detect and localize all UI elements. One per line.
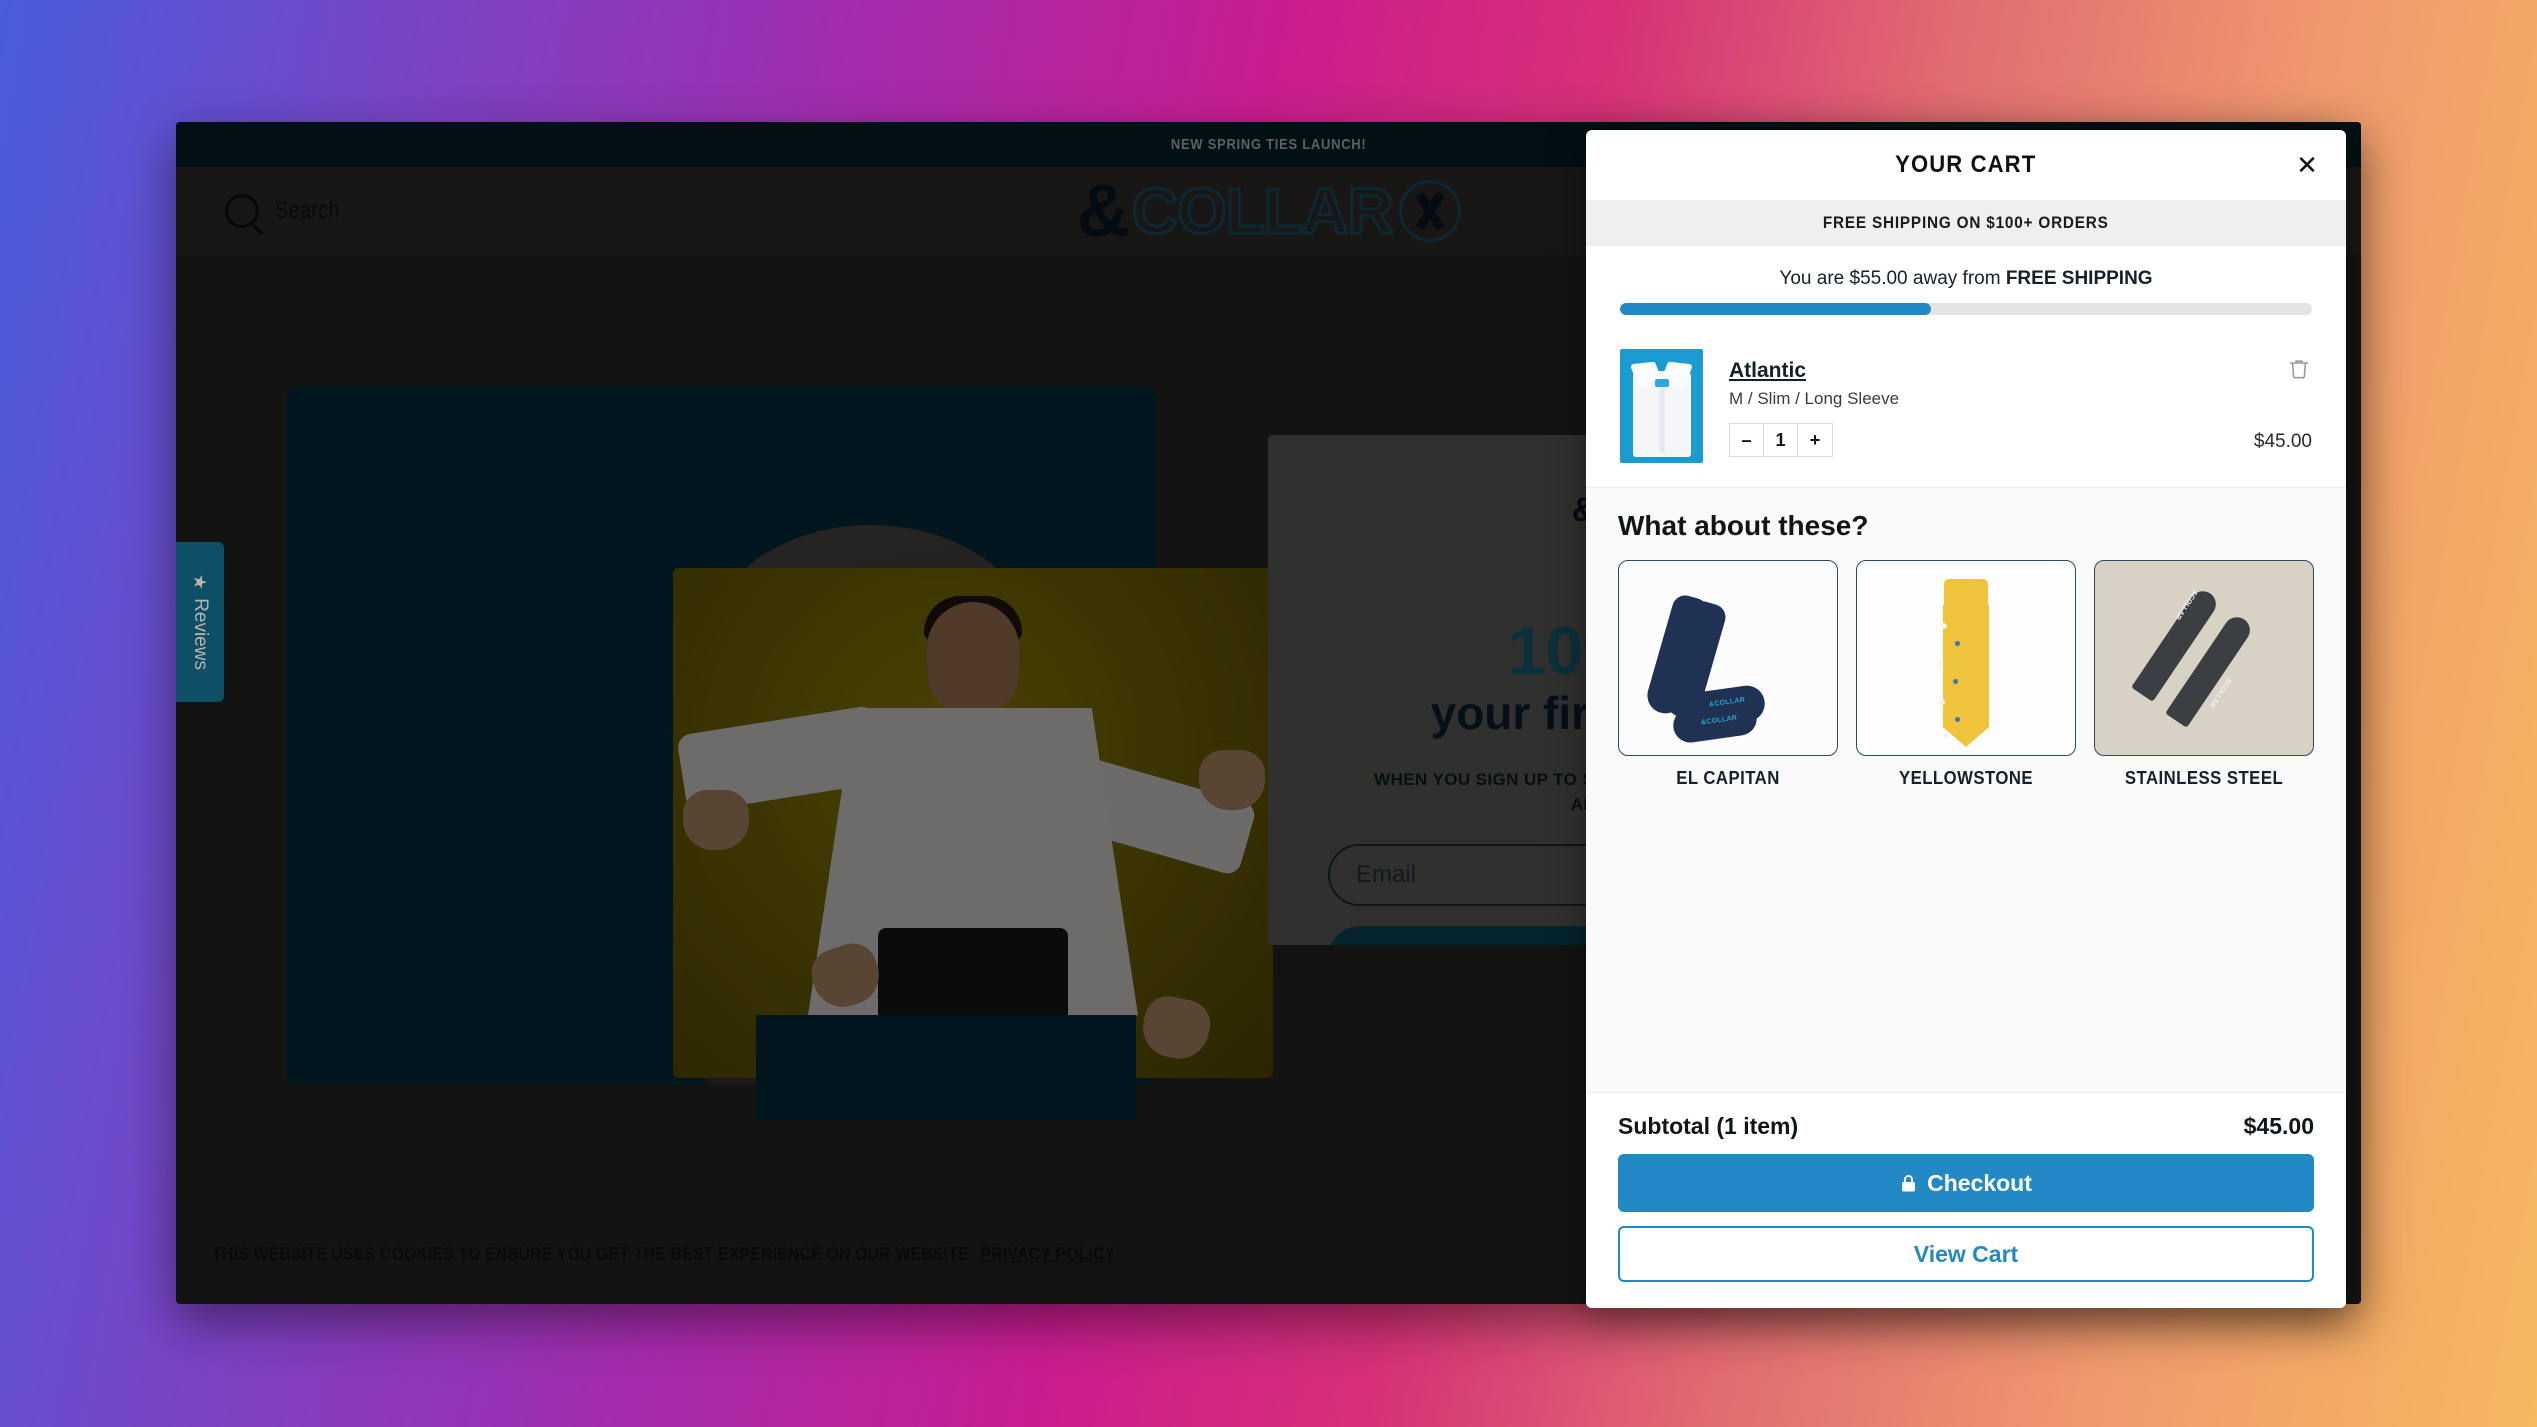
free-shipping-banner-text: FREE SHIPPING ON $100+ ORDERS — [1823, 213, 2109, 232]
cookie-banner-text-wrap: THIS WEBSITE USES COOKIES TO ENSURE YOU … — [212, 1244, 1115, 1265]
recommendation-label: EL CAPITAN — [1676, 768, 1780, 788]
progress-prefix: You are — [1779, 268, 1850, 289]
search-control[interactable]: Search — [225, 194, 354, 228]
cart-footer: Subtotal (1 item) $45.00 Checkout View C… — [1586, 1093, 2346, 1308]
progress-track — [1620, 303, 2312, 315]
view-cart-button[interactable]: View Cart — [1618, 1226, 2314, 1282]
search-placeholder-label: Search — [275, 197, 340, 224]
thumb-placket — [1659, 387, 1664, 453]
free-shipping-progress: You are $55.00 away from FREE SHIPPING — [1586, 246, 2346, 337]
cart-title: YOUR CART — [1895, 151, 2037, 178]
close-icon[interactable]: ✕ — [2290, 148, 2324, 182]
model-head — [927, 602, 1019, 714]
logo-ampersand: & — [1076, 169, 1130, 252]
hero-teal-block — [756, 1015, 1136, 1120]
recommendation-label: YELLOWSTONE — [1898, 768, 2034, 788]
lock-icon — [1902, 1174, 1916, 1191]
reviews-tab[interactable]: ★ Reviews — [176, 542, 224, 702]
product-thumbnail[interactable] — [1620, 349, 1703, 463]
tie-floral-dot — [1939, 699, 1945, 705]
recommendations-grid: &COLLAR &COLLAR EL CAPITAN YELLOWSTONE &… — [1618, 560, 2314, 789]
tie-floral-dot — [1937, 661, 1943, 667]
recommendation-card[interactable]: &COLLAR &COLLAR EL CAPITAN — [1618, 560, 1838, 789]
quantity-value[interactable]: 1 — [1764, 424, 1798, 456]
site-logo[interactable]: & COLLAR — [1076, 169, 1461, 252]
cart-item-name-link[interactable]: Atlantic — [1729, 359, 1806, 383]
progress-goal: FREE SHIPPING — [2005, 268, 2153, 289]
tie-floral-dot — [1943, 733, 1949, 739]
tie-floral-dot — [1955, 641, 1960, 646]
announcement-text: NEW SPRING TIES LAUNCH! — [1170, 136, 1367, 153]
recommendation-image-collar-stays: &COLLAR &COLLAR — [2094, 560, 2314, 756]
quantity-increment-button[interactable]: + — [1798, 424, 1832, 456]
tie-blade — [1943, 605, 1989, 747]
cart-line-items: Atlantic M / Slim / Long Sleeve – 1 + $4… — [1586, 337, 2346, 487]
cart-recommendations: What about these? &COLLAR &COLLAR EL CAP… — [1586, 487, 2346, 1093]
cart-drawer: YOUR CART ✕ FREE SHIPPING ON $100+ ORDER… — [1586, 130, 2346, 1308]
tie-floral-dot — [1953, 679, 1958, 684]
privacy-policy-link[interactable]: PRIVACY POLICY — [980, 1244, 1115, 1264]
cart-header: YOUR CART ✕ — [1586, 130, 2346, 200]
quantity-stepper: – 1 + — [1729, 423, 1833, 457]
pulling-hand — [1137, 991, 1215, 1065]
quantity-decrement-button[interactable]: – — [1730, 424, 1764, 456]
subtotal-value: $45.00 — [2243, 1113, 2314, 1139]
pulling-hand — [1199, 750, 1265, 810]
cart-item-variant: M / Slim / Long Sleeve — [1729, 389, 1900, 408]
cookie-banner-text: THIS WEBSITE USES COOKIES TO ENSURE YOU … — [212, 1243, 974, 1264]
reviews-tab-inner: ★ Reviews — [189, 574, 211, 670]
search-icon — [225, 194, 259, 228]
progress-amount: $55.00 — [1849, 268, 1908, 289]
recommendations-heading: What about these? — [1618, 510, 1869, 541]
subtotal-label: Subtotal (1 item) — [1618, 1113, 1799, 1139]
tie-floral-dot — [1955, 717, 1960, 722]
progress-message: You are $55.00 away from FREE SHIPPING — [1620, 268, 2312, 290]
tie-floral-dot — [1941, 623, 1947, 629]
cart-line-item: Atlantic M / Slim / Long Sleeve – 1 + $4… — [1620, 349, 2312, 463]
recommendation-card[interactable]: &COLLAR &COLLAR STAINLESS STEEL — [2094, 560, 2314, 789]
cart-item-right: $45.00 — [2254, 349, 2312, 453]
cart-item-details: Atlantic M / Slim / Long Sleeve – 1 + — [1729, 349, 2228, 457]
cart-item-price: $45.00 — [2253, 431, 2312, 452]
checkout-button[interactable]: Checkout — [1618, 1154, 2314, 1212]
checkout-button-label: Checkout — [1927, 1169, 2032, 1196]
recommendation-image-tie — [1856, 560, 2076, 756]
subtotal-row: Subtotal (1 item) $45.00 — [1618, 1113, 2314, 1140]
star-icon: ★ — [190, 574, 211, 591]
reviews-tab-label: Reviews — [190, 598, 212, 670]
progress-middle: away from — [1907, 268, 2006, 289]
recommendation-label: STAINLESS STEEL — [2124, 768, 2284, 788]
hero-product-photo — [673, 568, 1273, 1078]
bowtie-icon — [1398, 180, 1461, 242]
free-shipping-banner: FREE SHIPPING ON $100+ ORDERS — [1586, 200, 2346, 246]
recommendation-image-socks: &COLLAR &COLLAR — [1618, 560, 1838, 756]
pulling-hand — [683, 790, 749, 850]
trash-icon[interactable] — [2286, 357, 2312, 383]
thumb-logo-mark — [1654, 379, 1669, 387]
logo-wordmark: COLLAR — [1130, 175, 1395, 247]
progress-fill — [1620, 303, 1932, 315]
recommendation-card[interactable]: YELLOWSTONE — [1856, 560, 2076, 789]
